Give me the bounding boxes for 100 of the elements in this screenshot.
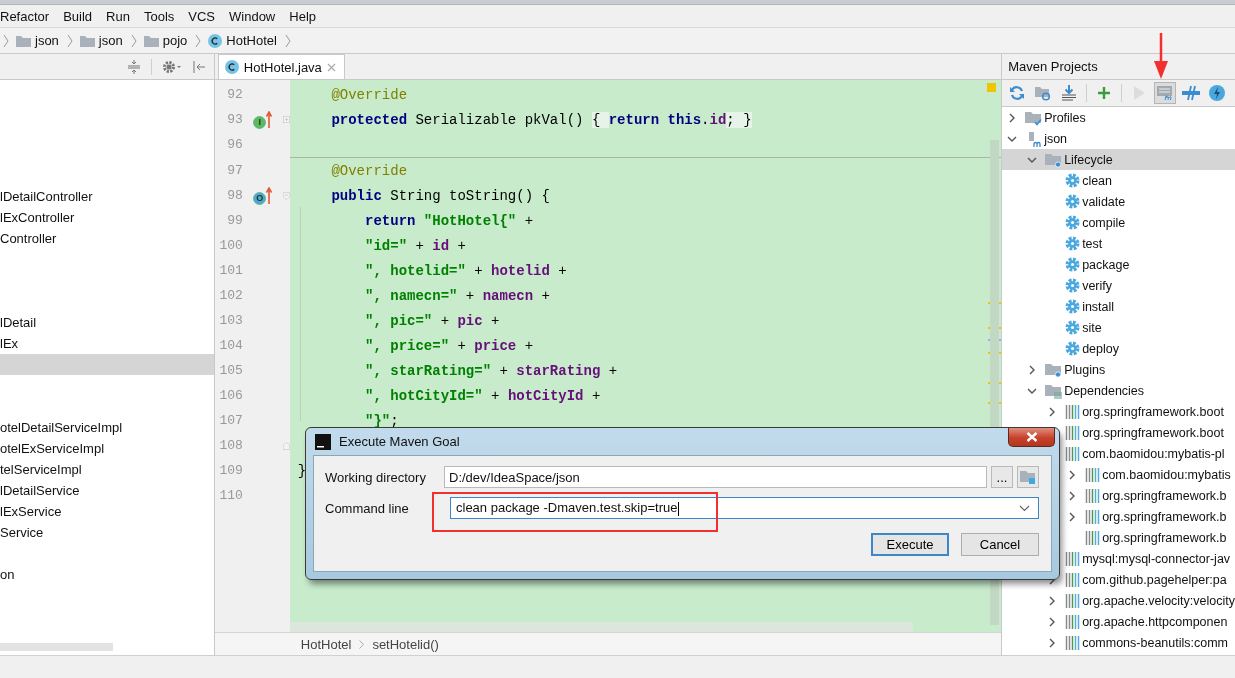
- execute-goal-button[interactable]: [1154, 82, 1177, 104]
- tree-item[interactable]: package: [1082, 257, 1130, 272]
- menu-item[interactable]: Tools: [143, 8, 175, 24]
- tree-item[interactable]: Plugins: [1064, 362, 1106, 377]
- line-number: 109: [218, 463, 243, 478]
- tree-item[interactable]: org.apache.httpcomponen: [1082, 614, 1228, 629]
- window-title: Execute Maven Goal: [339, 434, 460, 449]
- tree-item[interactable]: org.springframework.b: [1102, 488, 1227, 503]
- tree-item[interactable]: lDetailService: [0, 483, 80, 498]
- close-icon[interactable]: [326, 62, 336, 72]
- tree-item[interactable]: lEx: [0, 336, 19, 351]
- menu-item[interactable]: Refactor: [0, 8, 50, 24]
- line-number: 106: [218, 388, 243, 403]
- browse-button[interactable]: ...: [991, 466, 1013, 488]
- tree-item[interactable]: lExController: [0, 210, 75, 225]
- library-icon: [1065, 425, 1081, 440]
- folder-icon: [143, 34, 159, 47]
- code-line: @Override: [330, 162, 408, 179]
- tree-item[interactable]: site: [1082, 320, 1102, 335]
- code-line: ", price=" + price +: [364, 337, 534, 354]
- tree-item[interactable]: Lifecycle: [1064, 152, 1113, 167]
- input-field[interactable]: D:/dev/IdeaSpace/json: [444, 466, 987, 488]
- menu-item[interactable]: VCS: [188, 8, 215, 24]
- breadcrumb-item[interactable]: HotHotel: [300, 636, 352, 652]
- tree-item[interactable]: com.github.pagehelper:pa: [1082, 572, 1227, 587]
- tree-item[interactable]: org.springframework.boot: [1082, 425, 1224, 440]
- command-combo-box[interactable]: clean package -Dmaven.test.skip=true: [450, 497, 1039, 519]
- line-number: 104: [218, 338, 243, 353]
- folder-refresh-icon: [1035, 85, 1052, 101]
- line-number: 96: [226, 137, 243, 152]
- code-line: protected Serializable pkVal() { return this.id; }: [330, 111, 752, 128]
- library-icon: [1065, 593, 1081, 608]
- menu-item[interactable]: Window: [229, 8, 276, 24]
- scrollbar[interactable]: [0, 643, 113, 651]
- tree-item[interactable]: Service: [0, 525, 44, 540]
- cancel-button[interactable]: Cancel: [961, 533, 1039, 556]
- folder-icon: [79, 34, 95, 47]
- breadcrumb-item[interactable]: HotHotel: [226, 33, 277, 48]
- gear-icon: [1065, 278, 1081, 293]
- line-number: 98: [226, 188, 243, 203]
- line-number: 100: [218, 238, 243, 253]
- tree-item[interactable]: commons-beanutils:comm: [1082, 635, 1229, 650]
- code-line: ", starRating=" + starRating +: [364, 362, 618, 379]
- folder-button[interactable]: [1017, 466, 1039, 488]
- tree-item[interactable]: org.springframework.b: [1102, 509, 1227, 524]
- chevron-icon: [195, 33, 202, 48]
- offline-icon: [1182, 85, 1201, 101]
- tree-item[interactable]: Controller: [0, 231, 57, 246]
- tree-item[interactable]: json: [1044, 131, 1068, 146]
- close-icon: [1025, 432, 1038, 442]
- breadcrumb-item[interactable]: pojo: [162, 33, 188, 48]
- tree-item[interactable]: deploy: [1082, 341, 1119, 356]
- tree-item[interactable]: validate: [1082, 194, 1126, 209]
- tree-item[interactable]: org.springframework.b: [1102, 530, 1227, 545]
- tree-item[interactable]: lDetail: [0, 315, 37, 330]
- tree-item[interactable]: Dependencies: [1064, 383, 1145, 398]
- line-number: 97: [226, 163, 243, 178]
- tree-item[interactable]: telServiceImpl: [0, 462, 82, 477]
- library-icon: [1065, 404, 1081, 419]
- folder-check-icon: [1025, 109, 1043, 126]
- tree-item[interactable]: org.apache.velocity:velocity: [1082, 593, 1235, 608]
- tree-item[interactable]: otelDetailServiceImpl: [0, 420, 123, 435]
- breadcrumb-item[interactable]: json: [98, 33, 123, 48]
- hide-panel-icon[interactable]: [191, 59, 206, 74]
- tree-item[interactable]: compile: [1082, 215, 1126, 230]
- tree-item[interactable]: lDetailController: [0, 189, 93, 204]
- scrollbar[interactable]: [289, 622, 913, 632]
- tree-item[interactable]: test: [1082, 236, 1103, 251]
- tree-item[interactable]: lExService: [0, 504, 62, 519]
- line-number: 93: [226, 112, 243, 127]
- breadcrumb-item[interactable]: json: [35, 33, 59, 48]
- close-button[interactable]: [1008, 428, 1055, 447]
- tree-item[interactable]: install: [1082, 299, 1115, 314]
- tree-item[interactable]: Profiles: [1044, 110, 1086, 125]
- plus-icon: [1097, 86, 1112, 100]
- tree-item[interactable]: on: [0, 567, 15, 582]
- menu-item[interactable]: Build: [63, 8, 93, 24]
- tree-item[interactable]: clean: [1082, 173, 1113, 188]
- execute-button[interactable]: Execute: [871, 533, 949, 556]
- code-line: "id=" + id +: [364, 237, 466, 254]
- editor-tab[interactable]: HotHotel.java: [217, 54, 345, 79]
- settings-icon[interactable]: [161, 59, 182, 74]
- tree-item[interactable]: verify: [1082, 278, 1112, 293]
- code-line: @Override: [330, 86, 408, 103]
- folder-icon: [1020, 470, 1036, 484]
- collapse-all-icon[interactable]: [126, 59, 141, 74]
- line-number: 101: [218, 263, 243, 278]
- tree-item[interactable]: otelExServiceImpl: [0, 441, 105, 456]
- gear-icon: [1065, 236, 1081, 251]
- refresh-icon: [1009, 85, 1026, 101]
- tree-item[interactable]: com.baomidou:mybatis-pl: [1082, 446, 1225, 461]
- breadcrumb-item[interactable]: setHotelid(): [372, 636, 439, 652]
- tree-item[interactable]: com.baomidou:mybatis: [1102, 467, 1231, 482]
- menu-item[interactable]: Help: [289, 8, 316, 24]
- tree-item[interactable]: org.springframework.boot: [1082, 404, 1224, 419]
- menu-item[interactable]: Run: [106, 8, 130, 24]
- chevron-icon: [3, 33, 9, 48]
- download-icon: [1061, 85, 1078, 101]
- line-number: 107: [218, 413, 243, 428]
- tree-item[interactable]: mysql:mysql-connector-jav: [1082, 551, 1231, 566]
